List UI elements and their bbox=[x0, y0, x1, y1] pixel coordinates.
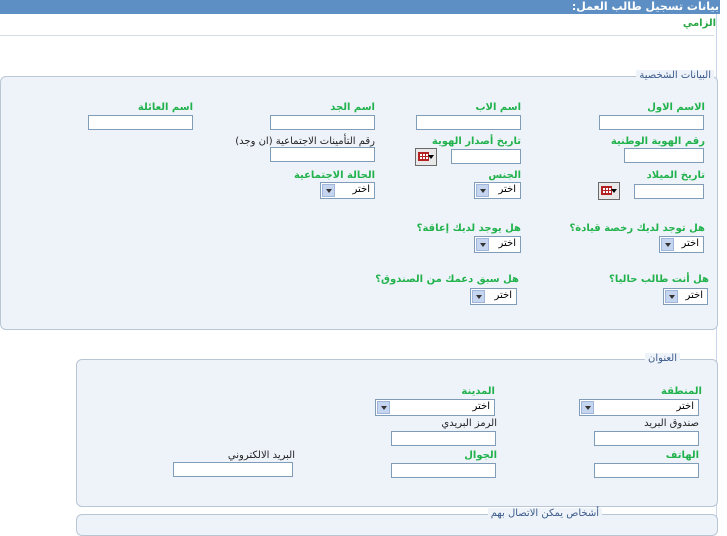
address-legend: العنوان bbox=[645, 353, 680, 364]
chevron-down-icon bbox=[665, 290, 678, 303]
chevron-down-icon bbox=[472, 290, 485, 303]
social-security-label: رقم التأمينات الاجتماعية (ان وجد) bbox=[235, 136, 375, 147]
contacts-legend: أشخاص يمكن الاتصال بهم bbox=[487, 508, 602, 519]
region-select[interactable]: اختر bbox=[579, 399, 699, 416]
po-box-input[interactable] bbox=[594, 431, 699, 446]
first-name-input[interactable] bbox=[599, 115, 704, 130]
father-name-label: اسم الاب bbox=[475, 102, 521, 113]
chevron-down-icon bbox=[476, 184, 489, 197]
email-label: البريد الالكتروني bbox=[227, 450, 295, 461]
marital-status-label: الحالة الاجتماعية bbox=[293, 170, 375, 181]
grandfather-name-label: اسم الجد bbox=[330, 102, 375, 113]
gender-select[interactable]: اختر bbox=[474, 182, 521, 199]
chevron-down-icon bbox=[611, 189, 617, 193]
chevron-down-icon bbox=[377, 401, 390, 414]
chevron-down-icon bbox=[581, 401, 594, 414]
phone-input[interactable] bbox=[594, 463, 699, 478]
driving-license-label: هل توجد لديك رخصة قيادة؟ bbox=[569, 223, 706, 234]
birth-date-input[interactable] bbox=[634, 184, 704, 199]
required-note-row bbox=[0, 14, 714, 36]
page-title: بيانات تسجيل طالب العمل: bbox=[571, 0, 719, 13]
family-name-label: اسم العائلة bbox=[137, 102, 193, 113]
mobile-input[interactable] bbox=[391, 463, 496, 478]
mobile-label: الجوال bbox=[464, 450, 497, 461]
marital-status-select[interactable]: اختر bbox=[320, 182, 375, 199]
grandfather-name-input[interactable] bbox=[270, 115, 375, 130]
gender-label: الجنس bbox=[488, 170, 521, 181]
city-select-value: اختر bbox=[472, 401, 491, 412]
calendar-icon[interactable] bbox=[415, 148, 437, 166]
calendar-icon[interactable] bbox=[598, 182, 620, 200]
postal-code-label: الرمز البريدي bbox=[441, 418, 497, 429]
disability-label: هل يوجد لديك إعاقة؟ bbox=[416, 223, 521, 234]
chevron-down-icon bbox=[322, 184, 335, 197]
chevron-down-icon bbox=[476, 238, 489, 251]
fund-support-select-value: اختر bbox=[494, 290, 513, 301]
required-note: الزامي bbox=[682, 18, 716, 29]
id-issue-date-label: تاريخ أصدار الهوية bbox=[431, 136, 521, 147]
national-id-input[interactable] bbox=[624, 148, 704, 163]
family-name-input[interactable] bbox=[88, 115, 193, 130]
chevron-down-icon bbox=[428, 155, 434, 159]
national-id-label: رقم الهوية الوطنية bbox=[610, 136, 705, 147]
driving-license-select-value: اختر bbox=[681, 238, 700, 249]
marital-status-select-value: اختر bbox=[352, 184, 371, 195]
first-name-label: الاسم الاول bbox=[647, 102, 705, 113]
student-select[interactable]: اختر bbox=[663, 288, 708, 305]
email-input[interactable] bbox=[173, 462, 293, 477]
student-label: هل أنت طالب حاليا؟ bbox=[609, 274, 709, 285]
phone-label: الهاتف bbox=[665, 450, 699, 461]
fund-support-label: هل سبق دعمك من الصندوق؟ bbox=[375, 274, 519, 285]
personal-info-legend: البيانات الشخصية bbox=[636, 70, 714, 81]
contacts-panel bbox=[76, 514, 718, 536]
gender-select-value: اختر bbox=[498, 184, 517, 195]
father-name-input[interactable] bbox=[416, 115, 521, 130]
postal-code-input[interactable] bbox=[391, 431, 496, 446]
po-box-label: صندوق البريد bbox=[644, 418, 699, 429]
city-select[interactable]: اختر bbox=[375, 399, 495, 416]
region-label: المنطقة bbox=[661, 386, 702, 397]
disability-select-value: اختر bbox=[498, 238, 517, 249]
city-label: المدينة bbox=[461, 386, 495, 397]
fund-support-select[interactable]: اختر bbox=[470, 288, 517, 305]
disability-select[interactable]: اختر bbox=[474, 236, 521, 253]
id-issue-date-input[interactable] bbox=[451, 149, 521, 164]
chevron-down-icon bbox=[661, 238, 674, 251]
social-security-input[interactable] bbox=[270, 147, 375, 162]
driving-license-select[interactable]: اختر bbox=[659, 236, 704, 253]
birth-date-label: تاريخ الميلاد bbox=[646, 170, 705, 181]
student-select-value: اختر bbox=[685, 290, 704, 301]
region-select-value: اختر bbox=[676, 401, 695, 412]
